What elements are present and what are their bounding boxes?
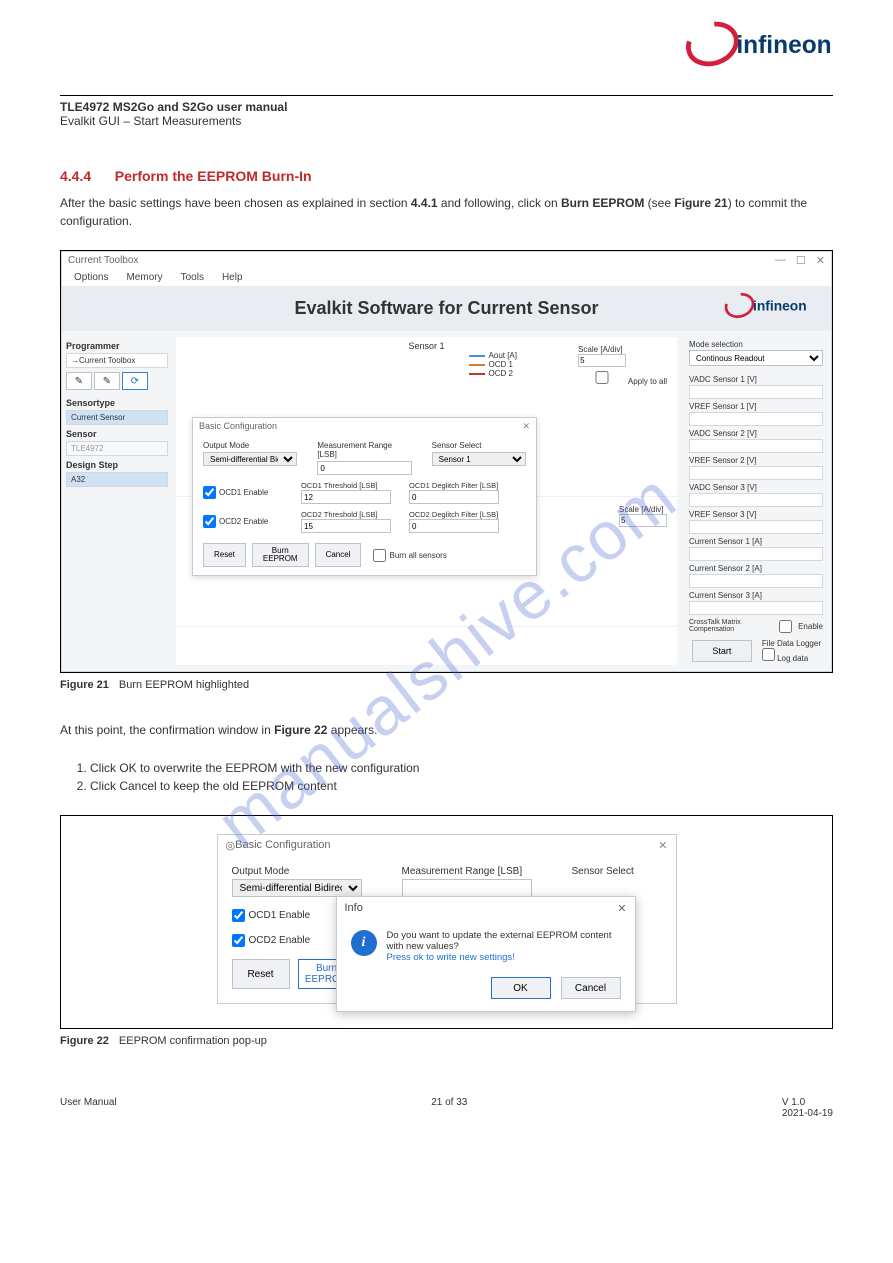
vref-sensor2 <box>689 466 823 480</box>
toolbar-edit-icon[interactable]: ✎ <box>94 372 120 390</box>
close-icon[interactable]: ✕ <box>816 254 825 267</box>
burn-eeprom-button[interactable]: BurnEEPROM <box>252 543 309 567</box>
current-sensor3 <box>689 601 823 615</box>
left-panel: Programmer →Current Toolbox ✎ ✎ ⟳ Sensor… <box>62 331 172 671</box>
apply-all-checkbox[interactable] <box>578 371 626 384</box>
reset-button[interactable]: Reset <box>203 543 246 567</box>
footer-left: User Manual <box>60 1097 117 1119</box>
mode-selection-dropdown[interactable]: Continous Readout <box>689 350 823 366</box>
toolbar-refresh-icon[interactable]: ⟳ <box>122 372 148 390</box>
figure-22: ◎ Basic Configuration✕ Output Mode Semi-… <box>60 815 833 1029</box>
section-title: Perform the EEPROM Burn-In <box>115 168 312 184</box>
doc-title: TLE4972 MS2Go and S2Go user manual <box>60 100 287 114</box>
minimize-icon[interactable]: — <box>775 254 786 267</box>
ctmc-checkbox[interactable] <box>779 620 792 633</box>
cancel-button[interactable]: Cancel <box>315 543 362 567</box>
vadc-sensor1 <box>689 385 823 399</box>
menu-tools[interactable]: Tools <box>181 272 204 283</box>
section-number: 4.4.4 <box>60 168 91 184</box>
modal-close-icon[interactable]: ✕ <box>522 421 530 432</box>
info-close-icon[interactable]: ✕ <box>617 902 626 915</box>
banner-title: Evalkit Software for Current Sensor <box>62 298 831 319</box>
figure-22-caption: Figure 22EEPROM confirmation pop-up <box>60 1035 833 1047</box>
burn-all-checkbox[interactable] <box>373 549 386 562</box>
output-mode-dropdown-2[interactable]: Semi-differential Bidirectional <box>232 879 362 897</box>
footer-right: V 1.0 2021-04-19 <box>782 1097 833 1119</box>
current-sensor2 <box>689 574 823 588</box>
info-icon: i <box>351 930 377 956</box>
ocd2-enable-checkbox-2[interactable] <box>232 934 245 947</box>
list-item: Click Cancel to keep the old EEPROM cont… <box>90 777 833 795</box>
menu-options[interactable]: Options <box>74 272 108 283</box>
ocd2-threshold-input[interactable] <box>301 519 391 533</box>
legend-sensor1: Aout [A] OCD 1 OCD 2 <box>469 351 517 378</box>
doc-subtitle: Evalkit GUI – Start Measurements <box>60 114 241 128</box>
mid-paragraph: At this point, the confirmation window i… <box>60 721 833 739</box>
ocd2-enable-checkbox[interactable] <box>203 515 216 528</box>
vref-sensor1 <box>689 412 823 426</box>
window-titlebar: Current Toolbox — ☐ ✕ <box>62 252 831 269</box>
modal-close-icon[interactable]: ✕ <box>658 839 667 852</box>
menu-help[interactable]: Help <box>222 272 243 283</box>
ocd1-threshold-input[interactable] <box>301 490 391 504</box>
menubar: Options Memory Tools Help <box>62 269 831 286</box>
output-mode-dropdown[interactable]: Semi-differential Bidirectional <box>203 452 297 466</box>
list-item: Click OK to overwrite the EEPROM with th… <box>90 759 833 777</box>
ocd1-enable-checkbox[interactable] <box>203 486 216 499</box>
scale-input-3[interactable] <box>619 514 667 527</box>
scale-input-1[interactable] <box>578 354 626 367</box>
infineon-logo: infineon <box>683 20 843 68</box>
toolbar-pencil-icon[interactable]: ✎ <box>66 372 92 390</box>
figure-21-caption: Figure 21Burn EEPROM highlighted <box>60 679 833 691</box>
vadc-sensor2 <box>689 439 823 453</box>
intro-paragraph: After the basic settings have been chose… <box>60 194 833 230</box>
reset-button-2[interactable]: Reset <box>232 959 290 989</box>
banner-logo: infineon <box>723 292 813 319</box>
meas-range-input-2[interactable] <box>402 879 532 897</box>
vadc-sensor3 <box>689 493 823 507</box>
start-button[interactable]: Start <box>692 640 752 662</box>
maximize-icon[interactable]: ☐ <box>796 254 806 267</box>
programmer-item[interactable]: →Current Toolbox <box>66 353 168 368</box>
sensor-select-dropdown[interactable]: Sensor 1 <box>432 452 526 466</box>
info-dialog: Info✕ i Do you want to update the extern… <box>336 896 636 1012</box>
sensor-select[interactable]: TLE4972 <box>66 441 168 456</box>
ocd2-deglitch-input[interactable] <box>409 519 499 533</box>
window-title: Current Toolbox <box>68 255 138 266</box>
menu-memory[interactable]: Memory <box>126 272 162 283</box>
info-cancel-button[interactable]: Cancel <box>561 977 621 999</box>
meas-range-input[interactable] <box>317 461 411 475</box>
svg-text:infineon: infineon <box>753 299 807 314</box>
svg-text:infineon: infineon <box>736 32 831 59</box>
vref-sensor3 <box>689 520 823 534</box>
sensortype-item[interactable]: Current Sensor <box>66 410 168 425</box>
right-panel: Mode selection Continous Readout VADC Se… <box>681 331 831 671</box>
ocd1-deglitch-input[interactable] <box>409 490 499 504</box>
logdata-checkbox[interactable] <box>762 648 775 661</box>
info-ok-button[interactable]: OK <box>491 977 551 999</box>
designstep-item[interactable]: A32 <box>66 472 168 487</box>
figure-21: Current Toolbox — ☐ ✕ Options Memory Too… <box>60 250 833 673</box>
basic-config-modal: Basic Configuration✕ Output Mode Semi-di… <box>192 417 537 576</box>
banner: Evalkit Software for Current Sensor infi… <box>62 286 831 331</box>
current-sensor1 <box>689 547 823 561</box>
footer-page: 21 of 33 <box>431 1097 467 1119</box>
ocd1-enable-checkbox-2[interactable] <box>232 909 245 922</box>
